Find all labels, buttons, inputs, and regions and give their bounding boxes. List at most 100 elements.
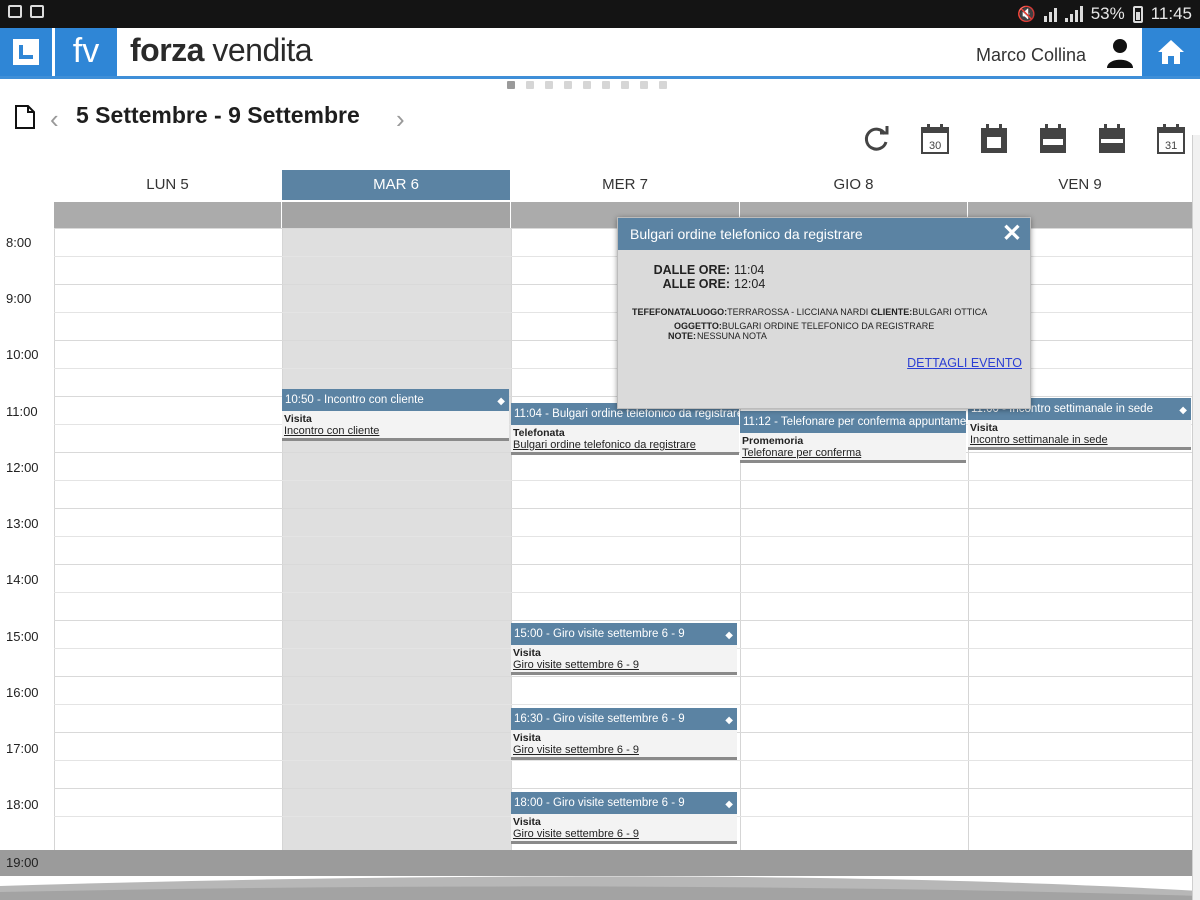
- calendar-event[interactable]: 15:00 - Giro visite settembre 6 - 9 ◆ Vis…: [511, 623, 737, 675]
- event-type: Telefonata: [513, 427, 565, 439]
- popup-subject-label: OGGETTO:: [674, 321, 722, 331]
- popup-client-value: BULGARI OTTICA: [912, 307, 988, 317]
- event-flag-icon: ◆: [497, 396, 505, 407]
- day-header-mon[interactable]: LUN 5: [54, 170, 281, 200]
- popup-subject-value: BULGARI ORDINE TELEFONICO DA REGISTRARE: [721, 321, 935, 331]
- popup-to-value: 12:04: [734, 277, 766, 291]
- popup-notes-label: NOTE:: [668, 331, 696, 341]
- day-view-button[interactable]: [978, 122, 1010, 156]
- popup-title: Bulgari ordine telefonico da registrare: [630, 226, 863, 242]
- grid-line: [54, 620, 1192, 621]
- battery-icon: [1132, 5, 1143, 23]
- doc-icon[interactable]: [14, 104, 36, 130]
- popup-from-value: 11:04: [734, 263, 765, 277]
- calendar-workweek-icon: [1040, 124, 1066, 153]
- today-button[interactable]: 31: [1155, 122, 1187, 156]
- day-column[interactable]: [282, 228, 511, 850]
- hour-label: 9:00: [6, 291, 32, 306]
- event-title: 11:04 - Bulgari ordine telefonico da reg…: [514, 408, 739, 420]
- page-dot[interactable]: [507, 81, 515, 89]
- calendar-event[interactable]: 18:00 - Giro visite settembre 6 - 9 ◆ Vis…: [511, 792, 737, 844]
- popup-notes-label-wrap: NOTE:: [668, 331, 696, 341]
- calendar-event[interactable]: 10:50 - Incontro con cliente ◆ Visita Inc…: [282, 389, 509, 441]
- popup-to-row: ALLE ORE: 12:04: [622, 277, 766, 291]
- app-bar: fv forza vendita Marco Collina: [0, 28, 1200, 79]
- event-description: Incontro con cliente: [284, 425, 380, 437]
- day-header-wed[interactable]: MER 7: [511, 170, 739, 200]
- event-type: Visita: [970, 422, 998, 434]
- gallery-icon: [30, 5, 44, 18]
- page-dot[interactable]: [659, 81, 667, 89]
- calendar-event[interactable]: 16:30 - Giro visite settembre 6 - 9 ◆ Vis…: [511, 708, 737, 760]
- allday-slot[interactable]: [54, 202, 281, 228]
- calendar-week-icon: [1099, 124, 1125, 153]
- calendar-31-icon: 31: [1157, 124, 1185, 154]
- hour-label: 8:00: [6, 235, 32, 250]
- brand-title: forza vendita: [130, 32, 313, 69]
- popup-from-label: DALLE ORE:: [653, 263, 730, 277]
- page-dot[interactable]: [545, 81, 553, 89]
- event-flag-icon: ◆: [725, 799, 733, 810]
- hour-label: 10:00: [6, 347, 39, 362]
- event-title: 15:00 - Giro visite settembre 6 - 9: [514, 628, 685, 640]
- calendar-event[interactable]: 11:04 - Bulgari ordine telefonico da reg…: [511, 403, 739, 455]
- close-icon[interactable]: ✕: [1002, 218, 1022, 250]
- day-header-thu[interactable]: GIO 8: [740, 170, 967, 200]
- next-week-button[interactable]: ›: [396, 104, 405, 135]
- day-header-fri[interactable]: VEN 9: [968, 170, 1192, 200]
- refresh-icon: [864, 126, 889, 151]
- status-bar: 🔇 53% 11:45: [0, 0, 1200, 28]
- calendar-month-icon: 30: [921, 124, 949, 154]
- home-button[interactable]: [1142, 28, 1200, 76]
- popup-client-label: CLIENTE:: [870, 307, 913, 317]
- svg-text:30: 30: [929, 140, 941, 152]
- event-details-link[interactable]: DETTAGLI EVENTO: [907, 356, 1022, 370]
- event-flag-icon: ◆: [725, 630, 733, 641]
- popup-notes-value: NESSUNA NOTA: [697, 331, 767, 341]
- month-view-button[interactable]: 30: [919, 122, 951, 156]
- page-dot[interactable]: [640, 81, 648, 89]
- event-type: Promemoria: [742, 435, 804, 447]
- page-dot[interactable]: [621, 81, 629, 89]
- arrow-icon: [13, 39, 39, 65]
- page-dot[interactable]: [526, 81, 534, 89]
- grid-line: [54, 536, 1192, 537]
- refresh-button[interactable]: [860, 122, 892, 156]
- event-description: Giro visite settembre 6 - 9: [513, 828, 639, 840]
- app-launcher-button[interactable]: [0, 28, 52, 76]
- event-flag-icon: ◆: [1179, 405, 1187, 416]
- page-dot[interactable]: [602, 81, 610, 89]
- hour-label: 12:00: [6, 460, 39, 475]
- page-dot[interactable]: [583, 81, 591, 89]
- week-view-button[interactable]: [1096, 122, 1128, 156]
- event-description: Giro visite settembre 6 - 9: [513, 659, 639, 671]
- vertical-scrollbar[interactable]: [1192, 135, 1200, 900]
- popup-info-line: TEFEFONATALUOGO:TERRAROSSA - LICCIANA NA…: [632, 307, 987, 317]
- fv-logo: fv: [55, 28, 117, 76]
- page-indicator: [507, 81, 667, 89]
- calendar-event[interactable]: 11:12 - Telefonare per conferma appuntam…: [740, 411, 966, 463]
- page-dot[interactable]: [564, 81, 572, 89]
- day-header-tue[interactable]: MAR 6: [282, 170, 510, 200]
- prev-week-button[interactable]: ‹: [50, 104, 59, 135]
- clock: 11:45: [1150, 4, 1192, 23]
- event-detail-popup: Bulgari ordine telefonico da registrare …: [617, 217, 1031, 409]
- event-description: Giro visite settembre 6 - 9: [513, 744, 639, 756]
- workweek-view-button[interactable]: [1037, 122, 1069, 156]
- view-toolbar: 30 31: [860, 122, 1187, 156]
- mute-icon: 🔇: [1017, 6, 1036, 23]
- popup-from-row: DALLE ORE: 11:04: [622, 263, 765, 277]
- event-type: Visita: [513, 647, 541, 659]
- wifi-icon: [1043, 6, 1057, 22]
- popup-type-value: TEFEFONATA: [632, 307, 692, 317]
- popup-to-label: ALLE ORE:: [662, 277, 730, 291]
- popup-notes-value-wrap: NESSUNA NOTA: [697, 331, 767, 341]
- allday-slot[interactable]: [282, 202, 510, 228]
- user-name[interactable]: Marco Collina: [976, 45, 1086, 66]
- brand-bold: forza: [130, 32, 204, 68]
- event-type: Visita: [513, 816, 541, 828]
- event-flag-icon: ◆: [725, 715, 733, 726]
- user-icon[interactable]: [1106, 38, 1134, 68]
- day-column[interactable]: [54, 228, 282, 850]
- hour-label: 18:00: [6, 797, 39, 812]
